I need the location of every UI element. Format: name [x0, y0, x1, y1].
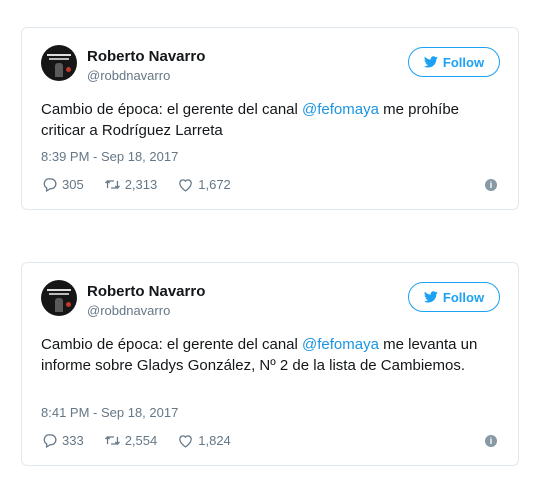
tweet-timestamp[interactable]: 8:39 PM - Sep 18, 2017 [41, 149, 178, 164]
reply-icon [43, 178, 57, 193]
like-count: 1,672 [198, 177, 231, 192]
author-handle[interactable]: @robdnavarro [87, 68, 170, 84]
retweet-action[interactable]: 2,313 [104, 176, 158, 193]
twitter-bird-icon [423, 56, 438, 68]
follow-label: Follow [442, 289, 485, 305]
reply-action[interactable]: 305 [41, 176, 84, 193]
tweet-text: Cambio de época: el gerente del canal @f… [41, 101, 459, 139]
avatar[interactable] [41, 45, 77, 81]
like-count: 1,824 [198, 433, 231, 448]
retweet-icon [104, 436, 120, 445]
follow-button[interactable]: Follow [408, 282, 500, 312]
tweet-card[interactable]: Roberto Navarro @robdnavarro Follow Camb… [21, 27, 519, 210]
info-icon[interactable]: i [485, 435, 497, 447]
author-name[interactable]: Roberto Navarro [87, 48, 205, 66]
follow-label: Follow [442, 54, 485, 70]
tweet-timestamp[interactable]: 8:41 PM - Sep 18, 2017 [41, 405, 178, 420]
retweet-count: 2,313 [124, 177, 158, 192]
mention-link[interactable]: @fefomaya [302, 336, 379, 353]
retweet-icon [104, 180, 120, 189]
follow-button[interactable]: Follow [408, 47, 500, 77]
heart-icon [179, 179, 193, 192]
tweet-actions: 305 2,313 1,672 [41, 176, 251, 193]
tweet-actions: 333 2,554 1,824 [41, 432, 251, 449]
twitter-bird-icon [423, 291, 438, 303]
author-handle[interactable]: @robdnavarro [87, 303, 170, 319]
author-name[interactable]: Roberto Navarro [87, 283, 205, 301]
reply-count: 305 [62, 177, 84, 192]
info-icon[interactable]: i [485, 179, 497, 191]
like-action[interactable]: 1,672 [177, 176, 231, 193]
tweet-text: Cambio de época: el gerente del canal @f… [41, 336, 478, 374]
tweet-card[interactable]: Roberto Navarro @robdnavarro Follow Camb… [21, 262, 519, 466]
reply-action[interactable]: 333 [41, 432, 84, 449]
mention-link[interactable]: @fefomaya [302, 101, 379, 118]
retweet-action[interactable]: 2,554 [104, 432, 158, 449]
heart-icon [179, 435, 193, 448]
retweet-count: 2,554 [124, 433, 158, 448]
like-action[interactable]: 1,824 [177, 432, 231, 449]
reply-icon [43, 434, 57, 449]
reply-count: 333 [62, 433, 84, 448]
avatar[interactable] [41, 280, 77, 316]
